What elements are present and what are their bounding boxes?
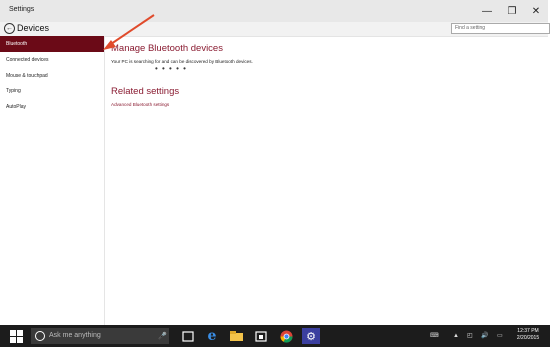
edge-icon[interactable]: e <box>204 328 220 344</box>
cortana-placeholder: Ask me anything <box>49 332 101 339</box>
volume-icon[interactable]: 🔊 <box>481 325 488 347</box>
notifications-icon[interactable]: ▭ <box>497 325 503 347</box>
taskbar-clock[interactable]: 12:37 PM 2/20/2015 <box>509 328 547 342</box>
network-icon[interactable]: ◰ <box>467 325 473 347</box>
taskbar: Ask me anything 🎤 e ⚙ ⌨ ▲ ◰ 🔊 ▭ 12:37 PM… <box>0 325 550 347</box>
store-icon[interactable] <box>253 328 269 344</box>
microphone-icon[interactable]: 🎤 <box>158 332 167 340</box>
task-view-icon[interactable] <box>180 328 196 344</box>
show-hidden-icons-icon[interactable]: ▲ <box>453 325 459 347</box>
cortana-circle-icon <box>35 331 45 341</box>
settings-icon[interactable]: ⚙ <box>302 328 320 344</box>
chrome-icon[interactable] <box>278 328 294 344</box>
windows-logo-icon <box>9 329 23 343</box>
keyboard-icon[interactable]: ⌨ <box>430 325 439 347</box>
annotation-arrow-icon <box>103 14 155 50</box>
cortana-search-box[interactable]: Ask me anything 🎤 <box>31 328 169 344</box>
start-button[interactable] <box>8 328 24 344</box>
clock-date: 2/20/2015 <box>516 335 540 341</box>
clock-time: 12:37 PM <box>517 328 539 334</box>
file-explorer-icon[interactable] <box>228 328 244 344</box>
